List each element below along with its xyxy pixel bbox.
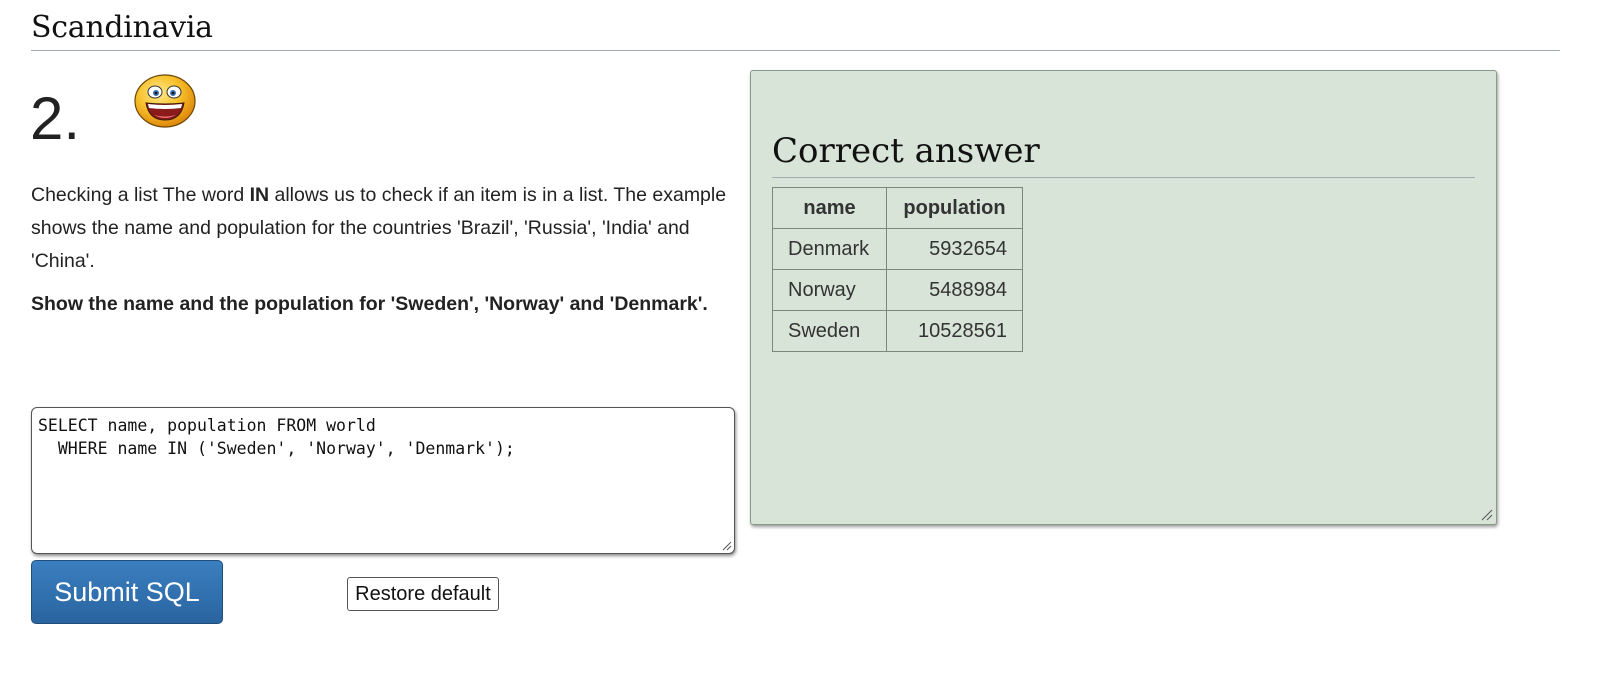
question-number: 2. xyxy=(30,85,81,152)
resize-grip-icon[interactable] xyxy=(722,541,732,551)
cell-name: Norway xyxy=(772,269,887,311)
cell-population: 5932654 xyxy=(886,228,1023,270)
restore-default-button[interactable]: Restore default xyxy=(347,577,499,611)
panel-resize-grip-icon[interactable] xyxy=(1481,509,1493,521)
cell-population: 5488984 xyxy=(886,269,1023,311)
sql-editor-content[interactable]: SELECT name, population FROM world WHERE… xyxy=(38,416,515,458)
intro-text-before: Checking a list The word xyxy=(31,184,250,206)
answer-table: name population Denmark 5932654 Norway 5… xyxy=(772,187,1023,352)
column-header-name: name xyxy=(772,187,887,229)
cell-name: Denmark xyxy=(772,228,887,270)
table-row: Sweden 10528561 xyxy=(772,310,1023,352)
answer-title: Correct answer xyxy=(772,131,1040,171)
sql-editor-textarea[interactable]: SELECT name, population FROM world WHERE… xyxy=(31,407,735,554)
submit-sql-button[interactable]: Submit SQL xyxy=(31,560,223,624)
cell-population: 10528561 xyxy=(886,310,1023,352)
question-task: Show the name and the population for 'Sw… xyxy=(31,293,708,315)
table-row: Denmark 5932654 xyxy=(772,228,1023,270)
intro-keyword-in: IN xyxy=(249,184,270,206)
question-intro: Checking a list The word IN allows us to… xyxy=(31,179,731,278)
answer-divider xyxy=(772,177,1475,178)
table-row: Norway 5488984 xyxy=(772,269,1023,311)
column-header-population: population xyxy=(886,187,1023,229)
laughing-smiley-icon xyxy=(134,74,196,128)
answer-panel: Correct answer name population Denmark 5… xyxy=(750,70,1497,525)
section-title: Scandinavia xyxy=(31,10,213,45)
cell-name: Sweden xyxy=(772,310,887,352)
table-header-row: name population xyxy=(772,187,1023,229)
section-divider xyxy=(31,50,1560,51)
